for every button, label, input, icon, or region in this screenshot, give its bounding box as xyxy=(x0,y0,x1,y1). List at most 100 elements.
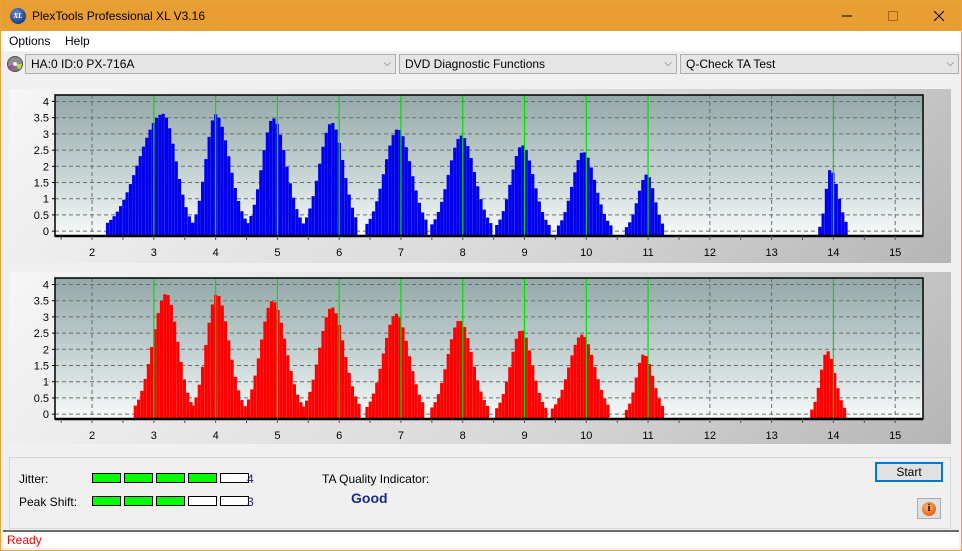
histogram-bar xyxy=(637,190,642,236)
histogram-bar xyxy=(651,375,655,419)
menu-help[interactable]: Help xyxy=(65,34,90,48)
histogram-bar xyxy=(433,219,437,236)
histogram-bar xyxy=(644,356,648,419)
drive-select[interactable]: HA:0 ID:0 PX-716A ⌵ xyxy=(25,54,396,74)
histogram-bar xyxy=(133,405,137,419)
y-tick-label: 0.5 xyxy=(34,393,49,405)
x-tick-label: 15 xyxy=(889,430,901,442)
histogram-bar xyxy=(237,200,241,236)
histogram-bar xyxy=(518,331,522,419)
histogram-bar xyxy=(404,147,408,236)
upper-ta-chart: 0 0.5 1 1.5 2 2.5 3 3.5 4 2 3 4 5 6 7 8 9 10 11 12 13 14 15 xyxy=(34,94,924,259)
x-tick-label: 4 xyxy=(213,247,219,259)
histogram-bar xyxy=(286,355,290,419)
histogram-bar xyxy=(253,375,257,419)
histogram-bar xyxy=(324,317,328,419)
histogram-bar xyxy=(266,307,270,419)
histogram-bar xyxy=(314,180,319,236)
histogram-bar xyxy=(570,355,574,419)
histogram-bar xyxy=(191,222,195,236)
y-tick-label: 2 xyxy=(43,344,49,356)
histogram-bar xyxy=(421,212,425,236)
histogram-bar xyxy=(138,156,142,236)
x-tick-label: 14 xyxy=(827,247,839,259)
histogram-bar xyxy=(430,407,434,419)
histogram-bar xyxy=(527,350,532,419)
histogram-bar xyxy=(550,408,554,419)
histogram-bar xyxy=(207,136,211,236)
histogram-bar xyxy=(631,392,635,419)
histogram-bar xyxy=(132,175,136,236)
histogram-bar xyxy=(531,365,535,419)
histogram-bar xyxy=(186,392,190,419)
y-tick-label: 2.5 xyxy=(34,328,49,340)
histogram-bar xyxy=(634,203,638,236)
histogram-bar xyxy=(504,381,509,419)
histogram-bar xyxy=(200,181,205,236)
test-select[interactable]: Q-Check TA Test ⌵ xyxy=(680,54,959,74)
histogram-bar xyxy=(810,409,814,419)
histogram-bar xyxy=(449,160,454,236)
histogram-bar xyxy=(169,304,173,419)
minimize-button[interactable] xyxy=(824,1,870,31)
maximize-button[interactable] xyxy=(870,1,916,31)
histogram-bar xyxy=(375,201,379,236)
histogram-bar xyxy=(341,340,345,419)
jitter-value: 4 xyxy=(247,472,254,486)
histogram-bar xyxy=(839,400,843,419)
plextools-logo-icon: XL xyxy=(10,8,26,24)
x-tick-label: 7 xyxy=(398,247,404,259)
histogram-bar xyxy=(495,225,499,236)
menu-options[interactable]: Options xyxy=(9,34,50,48)
meter-segment xyxy=(92,473,121,483)
close-button[interactable] xyxy=(916,1,962,31)
histogram-bar xyxy=(368,401,372,419)
histogram-bar xyxy=(557,398,561,419)
histogram-bar xyxy=(573,172,577,236)
histogram-bar xyxy=(210,304,215,419)
histogram-bar xyxy=(327,308,332,419)
histogram-bar xyxy=(171,143,175,236)
histogram-bar xyxy=(246,223,250,236)
histogram-bar xyxy=(260,339,264,419)
histogram-bar xyxy=(563,212,567,236)
x-tick-label: 2 xyxy=(89,247,95,259)
histogram-bar xyxy=(660,223,665,236)
x-tick-label: 10 xyxy=(580,430,592,442)
histogram-bar xyxy=(305,217,309,236)
histogram-bar xyxy=(634,377,638,419)
histogram-bar xyxy=(511,169,515,236)
histogram-bar xyxy=(599,204,603,236)
histogram-bar xyxy=(828,170,832,236)
histogram-bar xyxy=(262,150,266,236)
histogram-bar xyxy=(602,213,606,236)
histogram-bar xyxy=(140,390,144,419)
histogram-bar xyxy=(227,340,231,419)
chevron-down-icon: ⌵ xyxy=(664,58,672,69)
histogram-bar xyxy=(204,345,208,419)
histogram-bar xyxy=(654,388,658,419)
histogram-bar xyxy=(430,224,434,236)
function-select[interactable]: DVD Diagnostic Functions ⌵ xyxy=(399,54,677,74)
histogram-bar xyxy=(527,160,532,236)
histogram-bar xyxy=(476,186,480,236)
histogram-bar xyxy=(401,327,405,419)
y-tick-label: 4 xyxy=(43,279,49,291)
y-tick-label: 0 xyxy=(43,226,49,238)
histogram-bar xyxy=(651,188,655,236)
histogram-bar xyxy=(194,397,198,419)
histogram-bar xyxy=(472,172,477,236)
histogram-bar xyxy=(407,356,412,419)
x-tick-label: 3 xyxy=(151,430,157,442)
disc-icon xyxy=(7,56,23,72)
histogram-bar xyxy=(394,129,399,236)
info-button[interactable]: i xyxy=(917,498,941,519)
histogram-bar xyxy=(179,361,183,419)
histogram-bar xyxy=(334,129,338,236)
histogram-bar xyxy=(249,215,253,236)
start-button[interactable]: Start xyxy=(875,462,943,482)
toolbar: HA:0 ID:0 PX-716A ⌵ DVD Diagnostic Funct… xyxy=(1,51,961,79)
histogram-bar xyxy=(606,220,610,236)
histogram-bar xyxy=(401,136,405,236)
histogram-bar xyxy=(204,159,208,236)
